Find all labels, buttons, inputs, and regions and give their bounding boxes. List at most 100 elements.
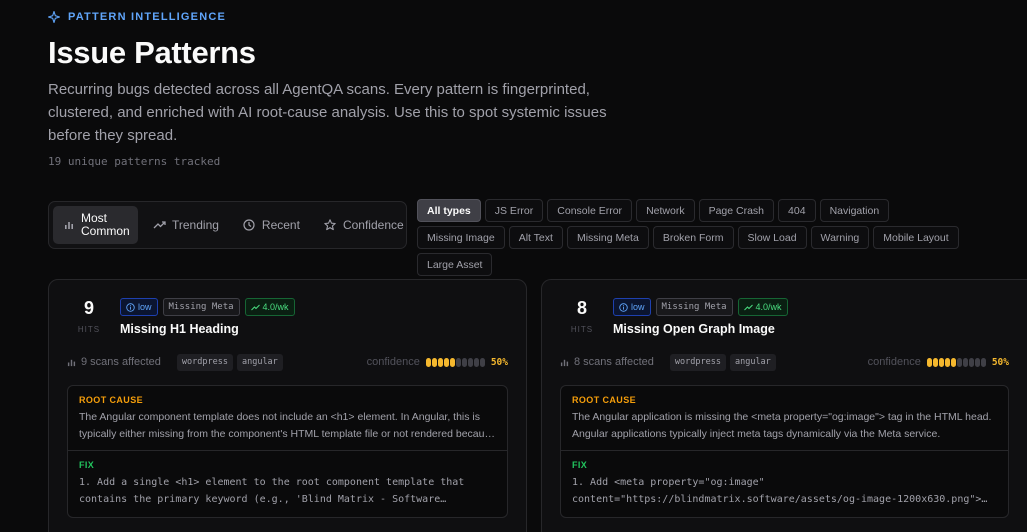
confidence-dot — [944, 357, 950, 367]
scans-affected: 9 scans affected — [67, 356, 161, 368]
root-cause-heading: ROOT CAUSE — [572, 395, 637, 405]
pattern-title: Missing H1 Heading — [120, 322, 239, 336]
root-cause-heading: ROOT CAUSE — [79, 395, 144, 405]
confidence-dot — [431, 357, 437, 367]
hit-count: 9 — [83, 298, 94, 318]
sparkle-icon — [48, 11, 60, 23]
scans-affected: 8 scans affected — [560, 356, 654, 368]
type-chip-navigation[interactable]: Navigation — [819, 199, 890, 222]
tech-tags: wordpress angular — [173, 353, 283, 371]
type-chip-broken-form[interactable]: Broken Form — [652, 226, 734, 249]
trend-label: 4.0/wk — [262, 302, 289, 312]
bar-chart-icon — [67, 359, 76, 366]
severity-label: low — [138, 302, 152, 312]
info-icon — [126, 302, 135, 312]
eyebrow-label: PATTERN INTELLIGENCE — [68, 11, 227, 23]
page-eyebrow: PATTERN INTELLIGENCE — [48, 11, 226, 23]
confidence-dot — [461, 357, 467, 367]
badge-row: low Missing Meta 4.0/wk — [120, 298, 295, 316]
sort-confidence-button[interactable]: Confidence — [315, 206, 413, 244]
fix-text: 1. Add <meta property="og:image" content… — [572, 477, 982, 505]
fix-heading: FIX — [79, 460, 95, 470]
trending-up-icon — [250, 304, 260, 310]
page-title: Issue Patterns — [48, 35, 256, 70]
confidence-meter: confidence 50% — [868, 356, 1009, 368]
hit-counter: 8 HITS — [564, 298, 600, 334]
type-chip-all-types[interactable]: All types — [417, 199, 481, 222]
fix-heading: FIX — [572, 460, 588, 470]
sort-recent-label: Recent — [261, 218, 300, 232]
confidence-dot — [968, 357, 974, 367]
fix-text: 1. Add a single <h1> element to the root… — [79, 477, 465, 505]
tech-tag: angular — [729, 353, 776, 371]
type-chip-page-crash[interactable]: Page Crash — [698, 199, 775, 222]
sort-most-common-label: Most Common — [81, 211, 130, 238]
type-chip-network[interactable]: Network — [636, 199, 695, 222]
hit-count: 8 — [576, 298, 587, 318]
confidence-dot — [974, 357, 980, 367]
confidence-dot — [437, 357, 443, 367]
type-badge: Missing Meta — [162, 298, 240, 316]
pattern-count: 19 unique patterns tracked — [48, 155, 221, 168]
type-chip-warning[interactable]: Warning — [810, 226, 870, 249]
hit-label: HITS — [570, 325, 594, 334]
type-chip-js-error[interactable]: JS Error — [484, 199, 544, 222]
tech-tag: wordpress — [669, 353, 726, 371]
type-chip-missing-image[interactable]: Missing Image — [417, 226, 505, 249]
type-chip-console-error[interactable]: Console Error — [547, 199, 633, 222]
pattern-card[interactable]: 9 HITS low Missing Meta 4.0/wk Missing H… — [48, 279, 527, 532]
scans-label: 8 scans affected — [574, 356, 654, 368]
badge-row: low Missing Meta 4.0/wk — [613, 298, 788, 316]
confidence-percent: 50% — [991, 356, 1009, 368]
sort-confidence-label: Confidence — [342, 218, 404, 232]
pattern-title: Missing Open Graph Image — [613, 322, 775, 336]
confidence-dot — [467, 357, 473, 367]
confidence-dot — [449, 357, 455, 367]
root-cause-text: The Angular application is missing the <… — [572, 411, 992, 440]
scans-label: 9 scans affected — [81, 356, 161, 368]
bar-chart-icon — [62, 219, 75, 232]
confidence-dot — [455, 357, 461, 367]
type-filter-group: All types JS Error Console Error Network… — [417, 199, 977, 276]
severity-badge: low — [120, 298, 158, 316]
confidence-percent: 50% — [490, 356, 508, 368]
severity-badge: low — [613, 298, 651, 316]
type-chip-alt-text[interactable]: Alt Text — [508, 226, 563, 249]
pattern-meta-row: 9 scans affected wordpress angular confi… — [67, 353, 508, 371]
trend-label: 4.0/wk — [755, 302, 782, 312]
info-icon — [619, 302, 628, 312]
confidence-dots — [425, 357, 485, 367]
sort-recent-button[interactable]: Recent — [234, 206, 309, 244]
tech-tag: angular — [236, 353, 283, 371]
tech-tags: wordpress angular — [666, 353, 776, 371]
tech-tag: wordpress — [176, 353, 233, 371]
confidence-dot — [932, 357, 938, 367]
confidence-dot — [980, 357, 986, 367]
confidence-label: confidence — [867, 356, 921, 368]
type-chip-missing-meta[interactable]: Missing Meta — [566, 226, 649, 249]
ai-analysis-panel: ROOT CAUSE The Angular component templat… — [67, 385, 508, 518]
pattern-card[interactable]: 8 HITS low Missing Meta 4.0/wk Missing O… — [541, 279, 1027, 532]
star-icon — [324, 219, 337, 232]
type-chip-mobile-layout[interactable]: Mobile Layout — [873, 226, 959, 249]
trending-up-icon — [743, 304, 753, 310]
type-chip-large-asset[interactable]: Large Asset — [417, 253, 493, 276]
type-chip-slow-load[interactable]: Slow Load — [737, 226, 807, 249]
sort-trending-button[interactable]: Trending — [144, 206, 228, 244]
sort-most-common-button[interactable]: Most Common — [53, 206, 138, 244]
root-cause-text: The Angular component template does not … — [79, 411, 496, 440]
hit-counter: 9 HITS — [71, 298, 107, 334]
clock-icon — [243, 219, 256, 232]
confidence-dots — [926, 357, 986, 367]
type-badge: Missing Meta — [655, 298, 733, 316]
sort-toolbar: Most Common Trending Recent Confidence — [48, 201, 407, 249]
confidence-dot — [938, 357, 944, 367]
trend-badge: 4.0/wk — [737, 298, 788, 316]
trending-up-icon — [153, 219, 166, 232]
type-chip-404[interactable]: 404 — [778, 199, 816, 222]
confidence-meter: confidence 50% — [367, 356, 508, 368]
confidence-dot — [926, 357, 932, 367]
confidence-dot — [956, 357, 962, 367]
page-description: Recurring bugs detected across all Agent… — [48, 81, 607, 144]
confidence-dot — [473, 357, 479, 367]
